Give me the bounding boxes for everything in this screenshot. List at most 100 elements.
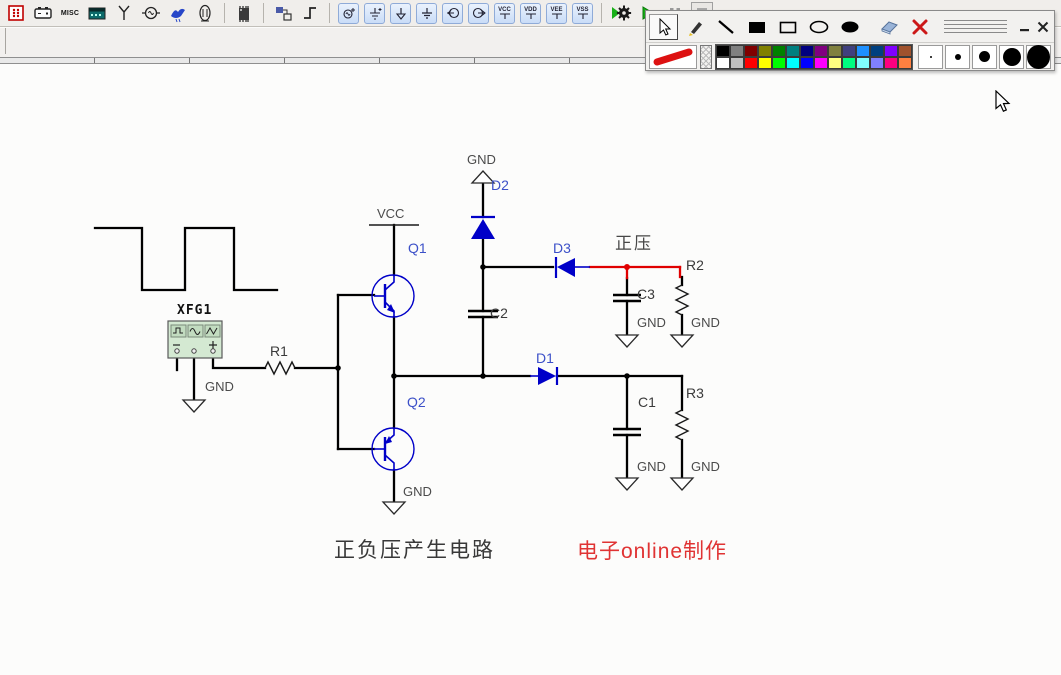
multisim-window: MISC xyxy=(0,0,1061,675)
select-tool-button[interactable] xyxy=(649,14,678,40)
highlighted-wire[interactable] xyxy=(590,264,680,278)
ground-symbols[interactable] xyxy=(183,171,693,514)
antenna-icon[interactable] xyxy=(113,2,135,24)
toolbar-grip[interactable] xyxy=(5,28,6,54)
xfg1-label[interactable]: XFG1 xyxy=(177,303,212,318)
resistor-r1[interactable]: R1 xyxy=(265,343,295,374)
step-signal-icon[interactable] xyxy=(299,2,321,24)
close-button[interactable] xyxy=(1035,19,1051,35)
toolbar-separator xyxy=(224,3,225,23)
filled-rectangle-tool-button[interactable] xyxy=(742,14,771,40)
digital-ground-icon[interactable] xyxy=(364,3,385,24)
color-swatch[interactable] xyxy=(800,45,814,57)
earth-ground-icon[interactable] xyxy=(416,3,437,24)
source-left-icon[interactable] xyxy=(442,3,463,24)
transistor-q1[interactable]: Q1 xyxy=(372,240,427,317)
svg-text:R2: R2 xyxy=(686,257,704,273)
positive-voltage-label[interactable]: 正压 xyxy=(615,234,653,254)
color-swatch[interactable] xyxy=(870,45,884,57)
color-swatch[interactable] xyxy=(730,45,744,57)
function-generator-xfg1[interactable]: XFG1 xyxy=(168,303,222,358)
schematic-canvas[interactable]: XFG1 VCC GND GND GND GND GND GND GND xyxy=(0,0,1061,675)
capacitor-c3[interactable]: C3 xyxy=(613,286,655,302)
capacitor-c1[interactable]: C1 xyxy=(613,394,656,435)
color-swatch[interactable] xyxy=(730,57,744,69)
color-swatch[interactable] xyxy=(884,57,898,69)
seven-segment-icon[interactable] xyxy=(5,2,27,24)
eraser-tool-button[interactable] xyxy=(874,14,903,40)
color-swatch[interactable] xyxy=(842,57,856,69)
marker-tool-button[interactable] xyxy=(680,14,709,40)
color-swatch[interactable] xyxy=(772,45,786,57)
lcd-display-icon[interactable] xyxy=(86,2,108,24)
brush-size-button[interactable] xyxy=(945,45,970,69)
vss-rail-icon[interactable]: VSS xyxy=(572,3,593,24)
toolbar-separator xyxy=(329,3,330,23)
color-swatch[interactable] xyxy=(898,57,912,69)
electron-tube-icon[interactable] xyxy=(194,2,216,24)
color-swatch[interactable] xyxy=(856,45,870,57)
color-swatch[interactable] xyxy=(856,57,870,69)
color-swatch[interactable] xyxy=(786,45,800,57)
vee-rail-icon[interactable]: VEE xyxy=(546,3,567,24)
line-tool-button[interactable] xyxy=(711,14,740,40)
ac-source-icon[interactable] xyxy=(338,3,359,24)
wires[interactable] xyxy=(177,183,682,502)
resistor-r3[interactable]: R3 xyxy=(676,385,704,440)
capacitor-c2[interactable]: C2 xyxy=(468,305,508,321)
square-wave-sketch[interactable] xyxy=(95,228,277,290)
vcc-rail[interactable]: VCC xyxy=(369,206,419,225)
vcc-label: VCC xyxy=(377,206,404,221)
transistor-q2[interactable]: Q2 xyxy=(372,394,426,470)
circuit-title[interactable]: 正负压产生电路 xyxy=(334,538,495,562)
source-right-icon[interactable] xyxy=(468,3,489,24)
color-swatch[interactable] xyxy=(870,57,884,69)
color-swatch[interactable] xyxy=(898,45,912,57)
color-palette xyxy=(715,44,913,70)
svg-text:D3: D3 xyxy=(553,240,571,256)
motor-icon[interactable] xyxy=(140,2,162,24)
color-swatch[interactable] xyxy=(800,57,814,69)
vdd-rail-icon[interactable]: VDD xyxy=(520,3,541,24)
run-settings-icon[interactable] xyxy=(610,2,632,24)
color-swatch[interactable] xyxy=(842,45,856,57)
color-swatch[interactable] xyxy=(828,57,842,69)
color-swatch[interactable] xyxy=(884,45,898,57)
ic-chip-icon[interactable] xyxy=(233,2,255,24)
color-swatch[interactable] xyxy=(828,45,842,57)
brush-size-button[interactable] xyxy=(972,45,997,69)
color-swatch[interactable] xyxy=(716,57,730,69)
color-swatch[interactable] xyxy=(786,57,800,69)
hierarchical-block-icon[interactable] xyxy=(272,2,294,24)
ground-arrow-icon[interactable] xyxy=(390,3,411,24)
color-swatch[interactable] xyxy=(772,57,786,69)
resistor-r2[interactable]: R2 xyxy=(676,257,704,315)
credit-text[interactable]: 电子online制作 xyxy=(577,540,727,563)
diode-d2[interactable]: D2 xyxy=(471,177,509,239)
misc-components-icon[interactable]: MISC xyxy=(59,2,81,24)
bird-icon[interactable] xyxy=(167,2,189,24)
color-swatch[interactable] xyxy=(744,45,758,57)
color-swatch[interactable] xyxy=(716,45,730,57)
toolbar-drag-handle[interactable] xyxy=(944,20,1007,34)
minimize-button[interactable] xyxy=(1017,19,1033,35)
transparent-swatch[interactable] xyxy=(700,45,712,69)
vcc-rail-icon[interactable]: VCC xyxy=(494,3,515,24)
toolbar-separator xyxy=(263,3,264,23)
battery-icon[interactable] xyxy=(32,2,54,24)
brush-size-button[interactable] xyxy=(1026,45,1051,69)
color-swatch[interactable] xyxy=(814,45,828,57)
color-swatch[interactable] xyxy=(814,57,828,69)
diode-d3[interactable]: D3 xyxy=(553,240,590,278)
color-swatch[interactable] xyxy=(758,45,772,57)
rectangle-tool-button[interactable] xyxy=(773,14,802,40)
color-swatch[interactable] xyxy=(758,57,772,69)
clear-all-button[interactable] xyxy=(905,14,934,40)
ellipse-tool-button[interactable] xyxy=(804,14,833,40)
brush-size-button[interactable] xyxy=(918,45,943,69)
brush-size-button[interactable] xyxy=(999,45,1024,69)
filled-ellipse-tool-button[interactable] xyxy=(835,14,864,40)
svg-text:GND: GND xyxy=(205,379,234,394)
diode-d1[interactable]: D1 xyxy=(530,350,557,385)
color-swatch[interactable] xyxy=(744,57,758,69)
